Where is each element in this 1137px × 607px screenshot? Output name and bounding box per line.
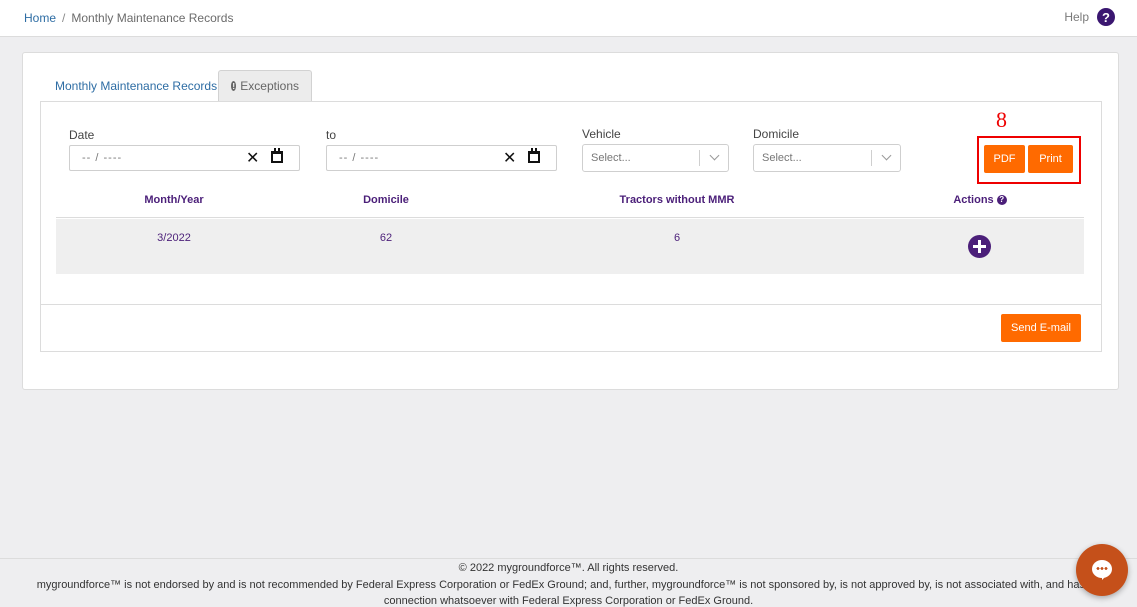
breadcrumb-current: Monthly Maintenance Records <box>71 11 234 25</box>
tab-label: Exceptions <box>240 79 299 93</box>
annotation-number: 8 <box>996 107 1007 132</box>
chevron-down-icon[interactable] <box>709 150 720 161</box>
date-from-input[interactable]: -- / ---- ✕ <box>69 145 300 171</box>
footer-divider <box>0 558 1137 559</box>
to-label: to <box>326 128 337 142</box>
domicile-select[interactable]: Select... <box>753 144 901 172</box>
tab-monthly-maintenance-records[interactable]: Monthly Maintenance Records <box>41 70 231 101</box>
date-label: Date <box>69 128 95 142</box>
cell-month-year: 3/2022 <box>157 232 191 244</box>
vehicle-select[interactable]: Select... <box>582 144 729 172</box>
vehicle-placeholder: Select... <box>591 152 631 164</box>
question-circle-icon[interactable]: ? <box>1097 8 1115 26</box>
print-button[interactable]: Print <box>1028 145 1073 173</box>
calendar-icon[interactable] <box>528 148 540 163</box>
tab-label: Monthly Maintenance Records <box>55 78 218 93</box>
exclamation-circle-icon: ! <box>231 81 237 91</box>
column-header-domicile: Domicile <box>363 194 409 206</box>
column-header-actions: Actions? <box>930 194 1030 206</box>
panel-divider <box>40 304 1102 305</box>
pdf-button[interactable]: PDF <box>984 145 1025 173</box>
clear-icon[interactable]: ✕ <box>503 148 516 168</box>
cell-domicile: 62 <box>379 232 393 244</box>
footer-disclaimer-line1: mygroundforce™ is not endorsed by and is… <box>36 579 1101 591</box>
chevron-down-icon[interactable] <box>881 150 892 161</box>
add-circle-icon[interactable] <box>968 235 991 258</box>
chat-bubble-icon <box>1092 560 1112 580</box>
help-label: Help <box>1064 10 1089 24</box>
footer-copyright: © 2022 mygroundforce™. All rights reserv… <box>458 562 679 574</box>
calendar-icon[interactable] <box>271 148 283 163</box>
help-link[interactable]: Help ? <box>1064 8 1115 26</box>
date-to-input[interactable]: -- / ---- ✕ <box>326 145 557 171</box>
table-header-divider <box>56 217 1084 218</box>
domicile-placeholder: Select... <box>762 152 802 164</box>
cell-tractors-without-mmr: 6 <box>673 232 681 244</box>
top-bar: Home / Monthly Maintenance Records Help ? <box>0 0 1137 37</box>
breadcrumb-separator: / <box>62 11 66 25</box>
clear-icon[interactable]: ✕ <box>246 148 259 168</box>
select-divider <box>699 150 700 166</box>
actions-header-label: Actions <box>953 194 994 206</box>
breadcrumb-home-link[interactable]: Home <box>24 11 56 25</box>
tab-exceptions[interactable]: ! Exceptions <box>218 70 312 101</box>
table-row <box>56 219 1084 274</box>
footer-disclaimer-line2: connection whatsoever with Federal Expre… <box>383 595 754 607</box>
vehicle-label: Vehicle <box>582 127 621 141</box>
breadcrumb: Home / Monthly Maintenance Records <box>24 11 233 25</box>
question-circle-icon[interactable]: ? <box>996 194 1007 205</box>
column-header-month-year: Month/Year <box>144 194 204 206</box>
date-from-placeholder: -- / ---- <box>82 152 123 164</box>
date-to-placeholder: -- / ---- <box>339 152 380 164</box>
select-divider <box>871 150 872 166</box>
send-email-button[interactable]: Send E-mail <box>1001 314 1081 342</box>
chat-button[interactable] <box>1076 544 1128 596</box>
domicile-label: Domicile <box>753 127 800 141</box>
column-header-tractors-without-mmr: Tractors without MMR <box>619 194 735 206</box>
